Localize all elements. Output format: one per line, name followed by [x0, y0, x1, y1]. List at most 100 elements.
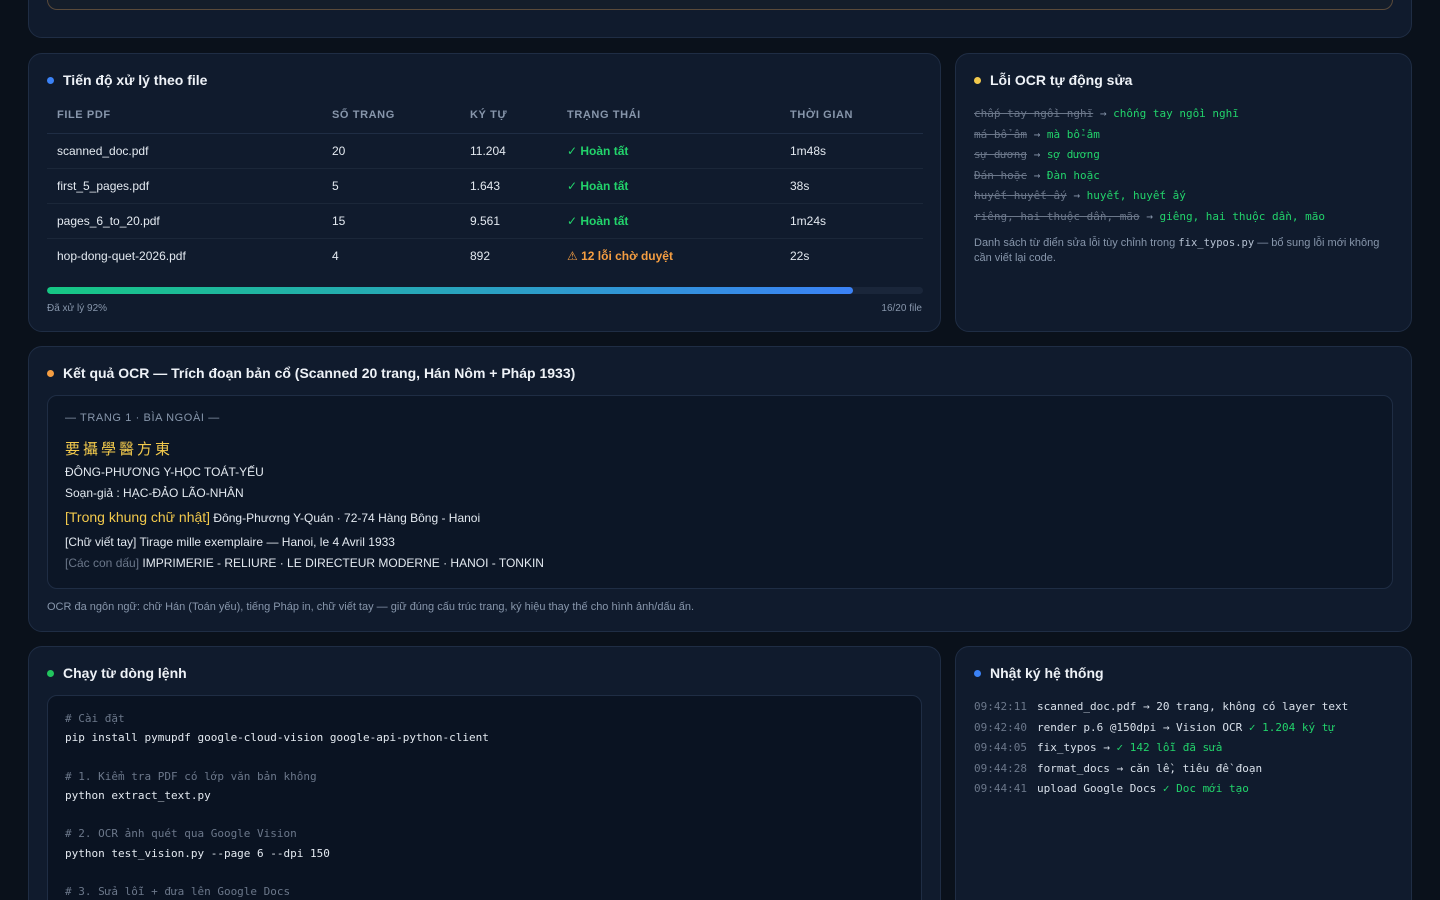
arrow-right-icon: → — [1033, 168, 1041, 182]
log-message: format_docs → căn lề, tiêu đề đoạn — [1036, 761, 1263, 775]
arrow-right-icon: → — [1033, 148, 1041, 162]
ocr-line: [Các con dấu] IMPRIMERIE - RELIURE · LE … — [65, 556, 544, 570]
table-row[interactable]: hop-dong-quet-2026.pdf 4 892 ⚠ 12 lỗi chờ d… — [47, 238, 923, 273]
fix-item: chấp tay ngồi nghĩ → chống tay ngồi nghĩ — [974, 104, 1325, 125]
cli-title: Chạy từ dòng lệnh — [47, 665, 187, 681]
progress-title: Tiến độ xử lý theo file — [47, 72, 207, 88]
ocr-fix-panel: Lỗi OCR tự động sửa chấp tay ngồi nghĩ →… — [955, 53, 1412, 332]
status-cell: ✓ Hoàn tất — [557, 203, 780, 239]
log-time: 09:42:40 — [974, 720, 1027, 734]
log-message: render p.6 @150dpi → Vision OCR — [1036, 720, 1249, 734]
fix-new: sợ dương — [1046, 148, 1100, 162]
arrow-right-icon: → — [1099, 107, 1107, 120]
chars-cell: 11.204 — [460, 133, 557, 169]
fix-old: huyết huyết ấy — [974, 189, 1067, 203]
fix-note: Danh sách từ điển sửa lỗi tùy chỉnh tron… — [974, 237, 1380, 264]
file-name-cell: hop-dong-quet-2026.pdf — [57, 248, 186, 263]
progress-bar-fill — [47, 287, 853, 294]
fix-old: chấp tay ngồi nghĩ — [974, 107, 1094, 120]
log-entry: 09:44:28 format_docs → căn lề, tiêu đề đo… — [974, 759, 1348, 780]
fix-item: riêng, hai thuộc dần, mão → giêng, hai t… — [974, 207, 1325, 228]
arrow-right-icon: → — [1073, 189, 1080, 203]
fix-item: huyết huyết ấy → huyết, huyết ấy — [974, 186, 1325, 207]
log-time: 09:44:41 — [974, 782, 1027, 796]
log-time: 09:42:11 — [974, 700, 1027, 713]
status-dot-icon — [974, 76, 981, 84]
system-log-panel: Nhật ký hệ thống 09:42:11 scanned_doc.pdf… — [955, 646, 1412, 900]
chars-cell: 892 — [470, 248, 491, 263]
col-time: THỜI GIAN — [780, 98, 923, 134]
frame-tag: [Trong khung chữ nhật] — [65, 509, 211, 525]
code-comment: # Cài đặt — [65, 712, 125, 725]
file-name-cell: pages_6_to_20.pdf — [47, 203, 322, 239]
time-cell: 22s — [790, 248, 810, 263]
code-comment: # 1. Kiểm tra PDF có lớp văn bản không — [65, 770, 317, 783]
fix-old: sự dương — [974, 148, 1027, 162]
pages-cell: 15 — [322, 203, 460, 239]
status-cell: ✓ Hoàn tất — [557, 133, 780, 169]
ocr-result-panel: Kết quả OCR — Trích đoạn bản cổ (Scanned… — [28, 346, 1412, 632]
top-input-box[interactable] — [47, 0, 1393, 10]
table-row[interactable]: pages_6_to_20.pdf 15 9.561 ✓ Hoàn tất 1m24s — [47, 203, 923, 239]
log-entry: 09:44:05 fix_typos → ✓ 142 lỗi đã sửa — [974, 738, 1348, 759]
col-chars: KÝ TỰ — [460, 98, 557, 134]
log-entry: 09:42:11 scanned_doc.pdf → 20 trang, khôn… — [974, 697, 1348, 718]
col-status: TRẠNG THÁI — [557, 98, 780, 134]
ocr-line: [Chữ viết tay] Tirage mille exemplaire —… — [65, 535, 395, 549]
progress-bar — [47, 287, 923, 294]
fix-new: huyết, huyết ấy — [1086, 189, 1186, 203]
fix-old: má bổ âm — [974, 127, 1027, 141]
cli-panel: Chạy từ dòng lệnh # Cài đặt pip install … — [28, 646, 941, 900]
ocr-line: [Trong khung chữ nhật] Đông-Phương Y-Quá… — [65, 509, 481, 525]
fix-list: chấp tay ngồi nghĩ → chống tay ngồi nghĩ… — [974, 104, 1325, 228]
status-dot-icon — [47, 369, 54, 377]
progress-count-label: 16/20 file — [881, 303, 922, 314]
pages-cell: 4 — [332, 248, 339, 263]
pages-cell: 20 — [322, 133, 460, 169]
fix-title: Lỗi OCR tự động sửa — [974, 72, 1132, 88]
log-success: ✓ 142 lỗi đã sửa — [1116, 741, 1223, 755]
fix-new: chống tay ngồi nghĩ — [1113, 107, 1239, 120]
code-command: python extract_text.py — [65, 789, 211, 802]
code-command: pip install pymupdf google-cloud-vision … — [65, 731, 489, 744]
status-dot-icon — [974, 669, 981, 677]
status-cell: ✓ Hoàn tất — [557, 168, 780, 204]
fix-new: Đàn hoặc — [1046, 168, 1100, 182]
log-entry: 09:44:41 upload Google Docs ✓ Doc mới tạo — [974, 779, 1348, 800]
log-title: Nhật ký hệ thống — [974, 665, 1104, 681]
file-table: FILE PDF SỐ TRANG KÝ TỰ TRẠNG THÁI THỜI … — [47, 98, 923, 273]
col-pages: SỐ TRANG — [322, 98, 460, 134]
log-success: ✓ Doc mới tạo — [1162, 782, 1249, 796]
ocr-text-box: — TRANG 1 · BÌA NGOÀI — 要攝學醫方東 ĐÔNG-PHƯƠ… — [47, 395, 1393, 589]
chars-cell: 1.643 — [460, 168, 557, 204]
log-success: ✓ 1.204 ký tự — [1248, 720, 1335, 734]
ocr-line: ĐÔNG-PHƯƠNG Y-HỌC TOÁT-YẾU — [65, 465, 264, 479]
log-entry: 09:42:40 render p.6 @150dpi → Vision OCR … — [974, 718, 1348, 739]
fix-item: má bổ âm → mà bổ-âm — [974, 125, 1325, 146]
file-name-cell: first_5_pages.pdf — [47, 168, 322, 204]
log-list: 09:42:11 scanned_doc.pdf → 20 trang, khôn… — [974, 697, 1348, 800]
ocr-line: Soạn-giả : HẠC-ĐẢO LÃO-NHÂN — [65, 486, 244, 500]
han-title: 要攝學醫方東 — [65, 440, 174, 458]
log-message: scanned_doc.pdf → 20 trang, không có lay… — [1036, 700, 1349, 713]
status-dot-icon — [47, 669, 54, 677]
arrow-right-icon: → — [1033, 127, 1041, 141]
status-cell: ⚠ 12 lỗi chờ duyệt — [567, 248, 673, 263]
fix-item: sự dương → sợ dương — [974, 145, 1325, 166]
time-cell: 38s — [780, 168, 923, 204]
table-row[interactable]: scanned_doc.pdf 20 11.204 ✓ Hoàn tất 1m48s — [47, 133, 923, 169]
status-dot-icon — [47, 76, 54, 84]
fix-old: riêng, hai thuộc dần, mão — [974, 209, 1140, 223]
result-note: OCR đa ngôn ngữ: chữ Hán (Toán yếu), tiế… — [47, 601, 695, 613]
pages-cell: 5 — [322, 168, 460, 204]
chars-cell: 9.561 — [460, 203, 557, 239]
table-row[interactable]: first_5_pages.pdf 5 1.643 ✓ Hoàn tất 38s — [47, 168, 923, 204]
fix-new: mà bổ-âm — [1046, 127, 1100, 141]
col-file: FILE PDF — [47, 98, 322, 134]
fix-new: giêng, hai thuộc dần, mão — [1159, 209, 1326, 223]
progress-percent-label: Đã xử lý 92% — [47, 303, 108, 314]
code-block[interactable]: # Cài đặt pip install pymupdf google-clo… — [47, 695, 922, 900]
top-panel — [28, 0, 1412, 38]
arrow-right-icon: → — [1146, 209, 1153, 223]
fix-old: Đán hoặc — [974, 168, 1027, 182]
